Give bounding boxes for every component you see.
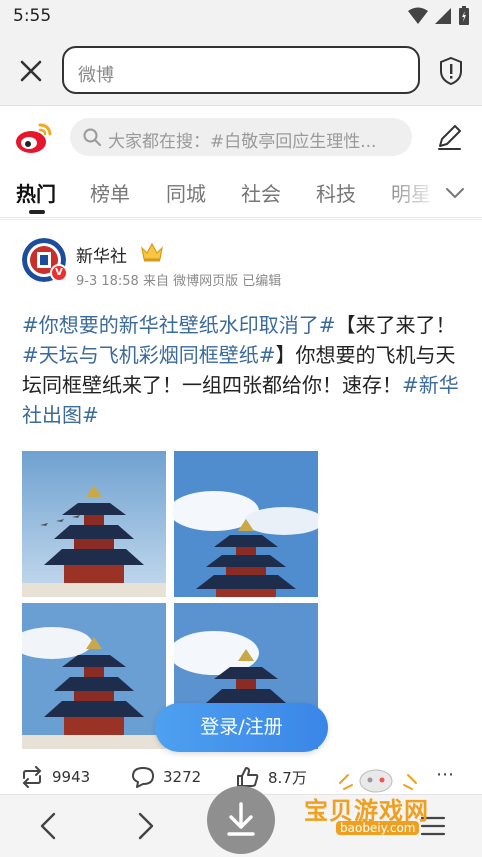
repost-button[interactable]: 9943 [20,766,90,788]
temple-of-heaven-photo-2[interactable] [174,451,318,597]
like-button[interactable]: 8.7万 [236,766,307,788]
category-tabs: 热门 榜单 同城 社会 科技 明星 [0,168,482,218]
hashtag-link[interactable]: #天坛与飞机彩烟同框壁纸# [22,343,276,367]
compose-pencil-icon[interactable] [434,122,464,152]
login-register-button[interactable]: 登录/注册 [155,703,328,752]
url-text: 微博 [78,65,114,86]
temple-of-heaven-photo-1[interactable] [22,451,166,597]
post-text-segment: 【来了来了！ [335,313,456,337]
shield-icon[interactable] [438,56,464,86]
status-bar: 5:55 [0,0,482,34]
thumbs-up-icon [237,767,259,787]
chevron-down-icon[interactable] [444,182,466,204]
author-name[interactable]: 新华社 [76,242,127,267]
signal-icon [435,8,451,24]
temple-of-heaven-photo-3[interactable] [22,603,166,749]
repost-count: 9943 [52,768,91,786]
post-text: #你想要的新华社壁纸水印取消了#【来了来了！#天坛与飞机彩烟同框壁纸#】你想要的… [22,310,462,430]
download-icon [227,802,255,836]
tab-society[interactable]: 社会 [241,178,281,207]
url-field[interactable]: 微博 [62,46,420,94]
tab-tech[interactable]: 科技 [316,178,356,207]
forward-arrow-icon[interactable] [130,811,160,841]
comment-icon [132,767,154,788]
crown-icon [141,242,163,262]
tabs-fade [380,168,440,217]
weibo-header: 大家都在搜：#白敬亭回应生理性... [0,106,482,168]
weibo-logo-icon[interactable] [14,120,54,156]
tab-local[interactable]: 同城 [166,178,206,207]
back-arrow-icon[interactable] [34,811,64,841]
divider [0,219,482,220]
watermark-url: baobeiy.com [336,821,420,835]
site-watermark: 宝贝游戏网 baobeiy.com [300,765,460,845]
search-icon [83,128,101,146]
search-placeholder: 大家都在搜：#白敬亭回应生理性... [108,132,377,152]
download-button[interactable] [207,786,275,854]
weibo-search-bar[interactable]: 大家都在搜：#白敬亭回应生理性... [70,118,412,156]
close-icon[interactable] [16,56,46,86]
comment-button[interactable]: 3272 [131,766,201,788]
comment-count: 3272 [163,768,202,786]
status-time: 5:55 [13,6,52,26]
tab-ranking[interactable]: 榜单 [90,178,130,207]
battery-icon [459,6,469,25]
status-icons [408,6,470,26]
hashtag-link[interactable]: #你想要的新华社壁纸水印取消了# [22,313,336,337]
verified-badge: V [50,264,68,282]
wifi-icon [408,7,428,24]
active-tab-indicator [29,210,45,214]
repost-icon [22,766,42,788]
browser-toolbar: 微博 [0,34,482,106]
tab-hot[interactable]: 热门 [16,178,56,207]
post-meta: 9-3 18:58 来自 微博网页版 已编辑 [76,274,282,289]
